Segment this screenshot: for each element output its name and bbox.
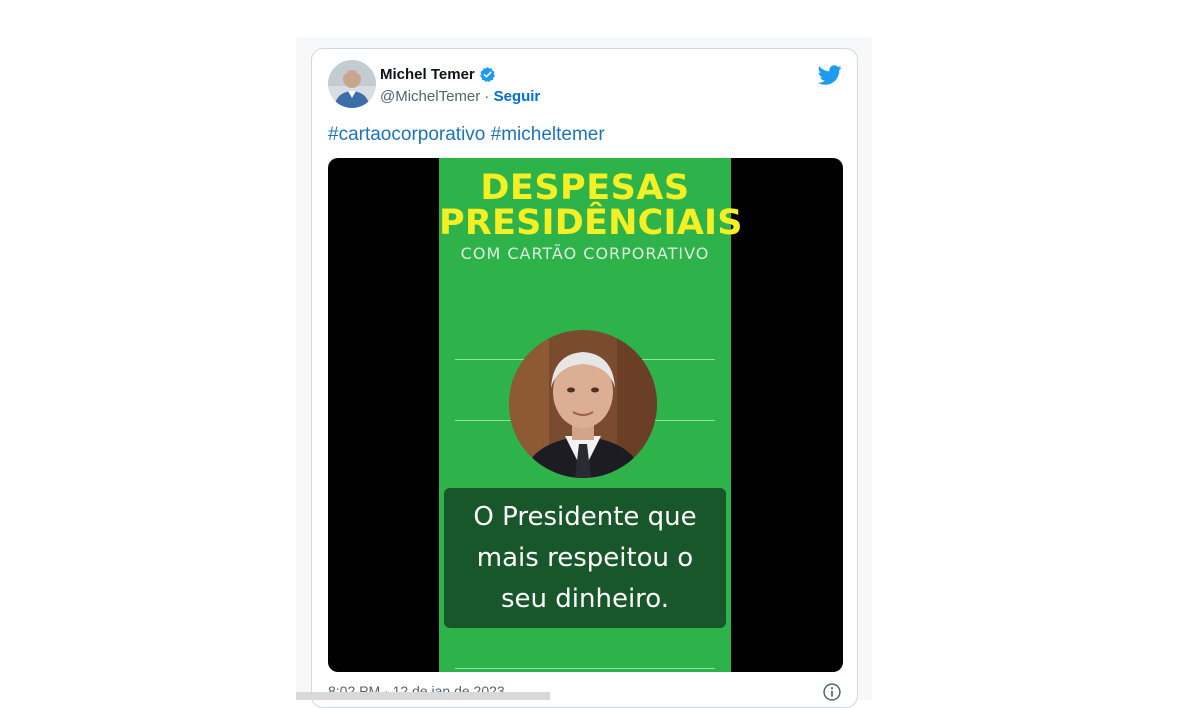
caption-line: seu dinheiro. [500, 584, 670, 614]
video-subtitle: COM CARTÃO CORPORATIVO [460, 244, 710, 263]
portrait-photo [509, 330, 657, 478]
video-frame: DESPESAS PRESIDÊNCIAIS COM CARTÃO CORPOR… [439, 158, 743, 672]
video-title-line-2: PRESIDÊNCIAIS [439, 203, 743, 243]
divider [455, 668, 715, 669]
info-icon[interactable] [822, 682, 842, 702]
follow-link[interactable]: Seguir [494, 88, 541, 105]
caption-line: mais respeitou o [476, 543, 694, 573]
caption-line: O Presidente que [473, 502, 697, 532]
tweet-card[interactable]: Michel Temer @MichelTemer · Seguir #cart… [311, 48, 858, 708]
hashtag-link[interactable]: #micheltemer [491, 124, 605, 145]
caption-box: O Presidente que mais respeitou o seu di… [444, 488, 726, 628]
author-row: Michel Temer [380, 66, 496, 83]
separator: · [484, 88, 490, 105]
handle-row: @MichelTemer · Seguir [380, 88, 540, 105]
author-name[interactable]: Michel Temer [380, 66, 475, 83]
twitter-bird-icon[interactable] [818, 63, 842, 87]
verified-badge-icon [479, 67, 495, 83]
video-title-line-1: DESPESAS [480, 168, 690, 208]
horizontal-scrollbar[interactable] [296, 692, 550, 700]
avatar[interactable] [328, 60, 376, 108]
tweet-video[interactable]: DESPESAS PRESIDÊNCIAIS COM CARTÃO CORPOR… [328, 158, 843, 672]
author-handle[interactable]: @MichelTemer [380, 88, 480, 105]
hashtag-link[interactable]: #cartaocorporativo [328, 124, 485, 145]
tweet-text: #cartaocorporativo #micheltemer [328, 124, 605, 146]
